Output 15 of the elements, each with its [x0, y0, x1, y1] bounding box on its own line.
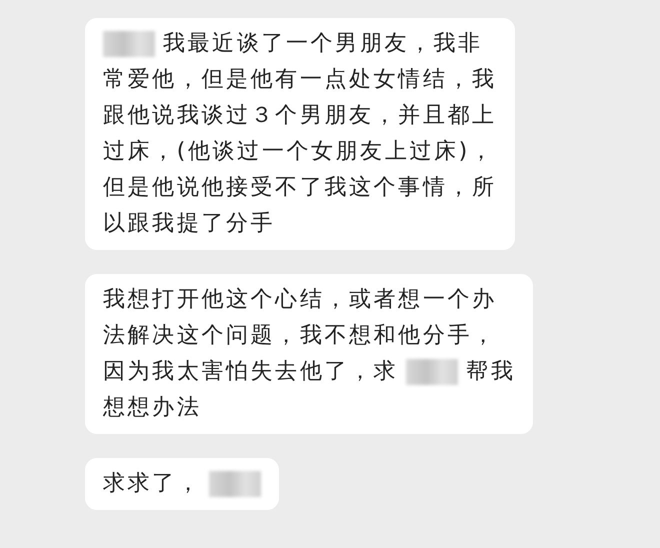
message-text: 跟他说我谈过３个男朋友，并且都上 [103, 102, 497, 130]
redacted-block [103, 31, 155, 57]
message-text: 但是他说他接受不了我这个事情，所 [103, 174, 497, 202]
message-text: 以跟我提了分手 [103, 210, 276, 238]
message-text: 常爱他，但是他有一点处女情结，我 [103, 66, 497, 94]
message-text: 我想打开他这个心结，或者想一个办 [103, 286, 497, 314]
redacted-block [209, 471, 262, 497]
message-text: 求求了， [103, 470, 202, 498]
message-text: 因为我太害怕失去他了，求 [103, 358, 398, 386]
redacted-block [406, 359, 458, 385]
message-text: 法解决这个问题，我不想和他分手， [103, 322, 497, 350]
message-text: 想想办法 [103, 394, 202, 422]
message-text: 过床，(他谈过一个女朋友上过床)， [103, 138, 494, 166]
message-text: 我最近谈了一个男朋友，我非 [163, 30, 483, 58]
message-text: 帮我 [466, 358, 516, 386]
